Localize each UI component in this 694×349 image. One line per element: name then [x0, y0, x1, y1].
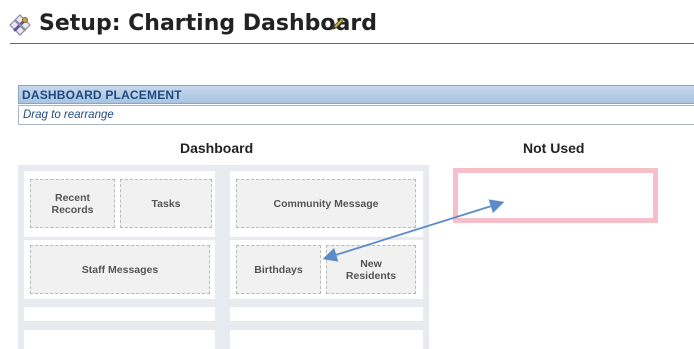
dashboard-column-heading: Dashboard	[180, 140, 254, 156]
widget-label: Staff Messages	[81, 263, 159, 276]
page-title: Setup: Charting Dashboard	[39, 11, 377, 36]
dashboard-drop-area[interactable]: Recent Records Tasks Community Message S…	[18, 165, 429, 349]
widget-label: Recent Records	[51, 191, 94, 216]
instructions-text: Drag to rearrange	[23, 109, 114, 121]
empty-dashboard-slot[interactable]	[24, 330, 215, 349]
dashboard-slot: Community Message	[230, 171, 423, 237]
empty-dashboard-slot[interactable]	[24, 307, 215, 321]
wrench-screwdriver-icon	[9, 14, 31, 36]
widget-label: Tasks	[151, 197, 181, 210]
widget-label: Community Message	[273, 197, 379, 210]
header-divider	[10, 43, 694, 44]
not-used-column-heading: Not Used	[523, 140, 585, 156]
widget-label: Birthdays	[254, 263, 303, 276]
page-header: Setup: Charting Dashboard	[0, 0, 694, 44]
not-used-drop-area[interactable]	[453, 168, 658, 223]
dashboard-slot: Staff Messages	[24, 240, 215, 299]
recent-records-widget[interactable]: Recent Records	[30, 179, 115, 228]
dashboard-slot: Birthdays New Residents	[230, 240, 423, 299]
birthdays-widget[interactable]: Birthdays	[236, 245, 321, 294]
dashboard-slot: Recent Records Tasks	[24, 171, 215, 237]
new-residents-widget[interactable]: New Residents	[326, 245, 416, 294]
empty-dashboard-slot[interactable]	[230, 307, 423, 321]
community-message-widget[interactable]: Community Message	[236, 179, 416, 228]
panel-title: DASHBOARD PLACEMENT	[22, 88, 182, 102]
staff-messages-widget[interactable]: Staff Messages	[30, 245, 210, 294]
pencil-icon[interactable]	[330, 16, 346, 32]
instructions-bar: Drag to rearrange	[18, 105, 694, 125]
empty-dashboard-slot[interactable]	[230, 330, 423, 349]
widget-label: New Residents	[345, 257, 397, 282]
panel-header: DASHBOARD PLACEMENT	[18, 85, 694, 104]
tasks-widget[interactable]: Tasks	[120, 179, 212, 228]
